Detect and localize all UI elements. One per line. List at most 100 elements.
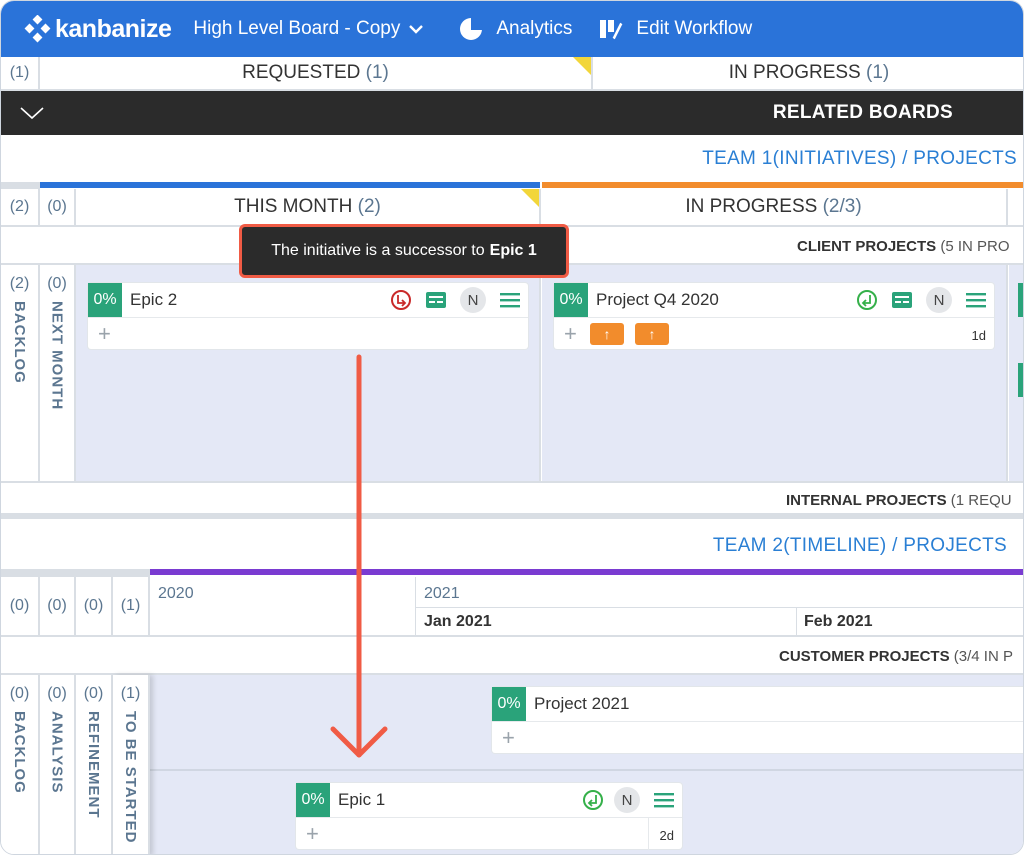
column-requested-label: REQUESTED (242, 62, 361, 83)
to-be-started-label: TO BE STARTED (122, 711, 139, 844)
card-age: 1d (971, 328, 986, 343)
successor-link-icon[interactable] (390, 289, 412, 311)
lane-client-label: CLIENT PROJECTS (797, 238, 937, 255)
tooltip-text: The initiative is a successor to (271, 242, 485, 259)
column-requested[interactable]: REQUESTED (1) (40, 57, 593, 91)
lane-customer-projects[interactable]: CUSTOMER PROJECTS (3/4 IN P (779, 648, 1013, 665)
chevron-down-icon (409, 25, 424, 34)
logo[interactable]: kanbanize (23, 14, 172, 44)
analysis-label: ANALYSIS (48, 711, 66, 794)
card-title[interactable]: Project Q4 2020 (596, 290, 719, 310)
column-analysis-vertical[interactable]: (0) ANALYSIS (40, 675, 76, 854)
menu-icon[interactable] (653, 790, 675, 810)
backlog-count: (0) (9, 685, 30, 702)
menu-icon[interactable] (499, 290, 521, 310)
card-progress: 0% (296, 783, 330, 817)
column-team1-in-progress-label: IN PROGRESS (685, 196, 818, 217)
column-requested-count: (1) (365, 62, 389, 83)
in-progress-color-bar (542, 182, 1023, 188)
lane-customer-count: (3/4 IN P (953, 648, 1013, 665)
team1-count-1: (2) (1, 189, 40, 227)
partial-card-marker (1018, 283, 1023, 317)
menu-icon[interactable] (965, 290, 987, 310)
predecessor-link-icon[interactable] (582, 789, 604, 811)
top-left-count: (1) (1, 57, 40, 91)
column-to-be-started-vertical[interactable]: (1) TO BE STARTED (113, 675, 150, 854)
column-backlog-vertical[interactable]: (2) BACKLOG (1, 265, 40, 481)
predecessor-link-icon[interactable] (856, 289, 878, 311)
board-title: High Level Board - Copy (193, 18, 401, 39)
card-epic-2[interactable]: 0% Epic 2 N + (88, 283, 528, 349)
timeline-divider (796, 608, 797, 635)
team2-board-link[interactable]: TEAM 2(TIMELINE) / PROJECTS (713, 535, 1007, 557)
lane-client-projects[interactable]: CLIENT PROJECTS (5 IN PRO (797, 238, 1010, 255)
partial-card-marker (1018, 363, 1023, 397)
card-footer: + ↑ ↑ 1d (554, 317, 994, 349)
column-this-month[interactable]: THIS MONTH (2) (76, 189, 541, 227)
analytics-link[interactable]: Analytics (458, 16, 572, 42)
lane-client-count: (5 IN PRO (940, 238, 1010, 255)
card-project-q4-2020[interactable]: 0% Project Q4 2020 N + ↑ ↑ 1d (554, 283, 994, 349)
column-next-partial (1008, 189, 1023, 227)
lane-internal-projects[interactable]: INTERNAL PROJECTS (1 REQU (786, 492, 1012, 509)
backlog-count: (2) (9, 275, 30, 292)
next-month-label: NEXT MONTH (48, 301, 66, 411)
add-icon[interactable]: + (564, 321, 577, 347)
refinement-count: (0) (83, 685, 104, 702)
column-in-progress-label: IN PROGRESS (728, 62, 861, 83)
assignee-avatar[interactable]: N (926, 287, 952, 313)
team2-count-2: (0) (40, 577, 76, 637)
add-icon[interactable]: + (306, 821, 319, 847)
team2-count-4: (1) (113, 577, 150, 637)
refinement-label: REFINEMENT (85, 711, 102, 819)
card-type-icon (892, 292, 912, 308)
column-team1-in-progress[interactable]: IN PROGRESS (2/3) (541, 189, 1008, 227)
column-in-progress[interactable]: IN PROGRESS (1) (593, 57, 1023, 91)
header-spacer (1, 569, 150, 577)
corner-flag-icon (573, 57, 591, 75)
analytics-label: Analytics (496, 18, 573, 39)
card-title[interactable]: Epic 1 (338, 790, 385, 810)
team2-count-3: (0) (76, 577, 113, 637)
card-project-2021[interactable]: 0% Project 2021 + (492, 687, 1023, 753)
year-2021-label: 2021 (424, 585, 460, 602)
backlog-label: BACKLOG (11, 301, 28, 384)
assignee-avatar[interactable]: N (614, 787, 640, 813)
edit-workflow-link[interactable]: Edit Workflow (598, 16, 752, 42)
related-boards-title: RELATED BOARDS (772, 102, 953, 123)
column-refinement-vertical[interactable]: (0) REFINEMENT (76, 675, 113, 854)
brand-name: kanbanize (55, 14, 172, 43)
card-progress: 0% (554, 283, 588, 317)
add-icon[interactable]: + (98, 321, 111, 347)
card-epic-1[interactable]: 0% Epic 1 N + 2d (296, 783, 682, 850)
column-team1-in-progress-count: (2/3) (822, 196, 862, 217)
lane-internal-count: (1 REQU (950, 492, 1012, 509)
month-feb-2021-label: Feb 2021 (804, 613, 873, 630)
this-month-color-bar (40, 182, 540, 188)
team2-count-1: (0) (1, 577, 40, 637)
timeline-color-bar (150, 569, 1023, 575)
card-type-icon (426, 292, 446, 308)
column-next-month-vertical[interactable]: (0) NEXT MONTH (40, 265, 76, 481)
analysis-count: (0) (47, 685, 67, 702)
chevron-down-icon[interactable] (19, 105, 45, 121)
card-title[interactable]: Epic 2 (130, 290, 177, 310)
assignee-avatar[interactable]: N (460, 287, 486, 313)
column-in-progress-count: (1) (866, 62, 890, 83)
column-backlog-vertical[interactable]: (0) BACKLOG (1, 675, 40, 854)
add-icon[interactable]: + (502, 725, 515, 751)
priority-up-tag[interactable]: ↑ (635, 323, 669, 345)
card-title[interactable]: Project 2021 (534, 694, 629, 714)
timeline-row-divider (150, 769, 1023, 771)
board-switcher[interactable]: High Level Board - Copy (193, 18, 424, 40)
team1-count-2: (0) (40, 189, 76, 227)
card-progress: 0% (492, 687, 526, 721)
column-this-month-label: THIS MONTH (234, 196, 353, 217)
priority-up-tag[interactable]: ↑ (590, 323, 624, 345)
card-footer: + (492, 721, 1023, 753)
team1-board-link[interactable]: TEAM 1(INITIATIVES) / PROJECTS (702, 148, 1017, 170)
tooltip-target: Epic 1 (489, 242, 537, 259)
edit-workflow-icon (600, 20, 625, 41)
related-boards-bar[interactable]: RELATED BOARDS (1, 91, 1023, 135)
card-footer: + 2d (296, 817, 682, 850)
